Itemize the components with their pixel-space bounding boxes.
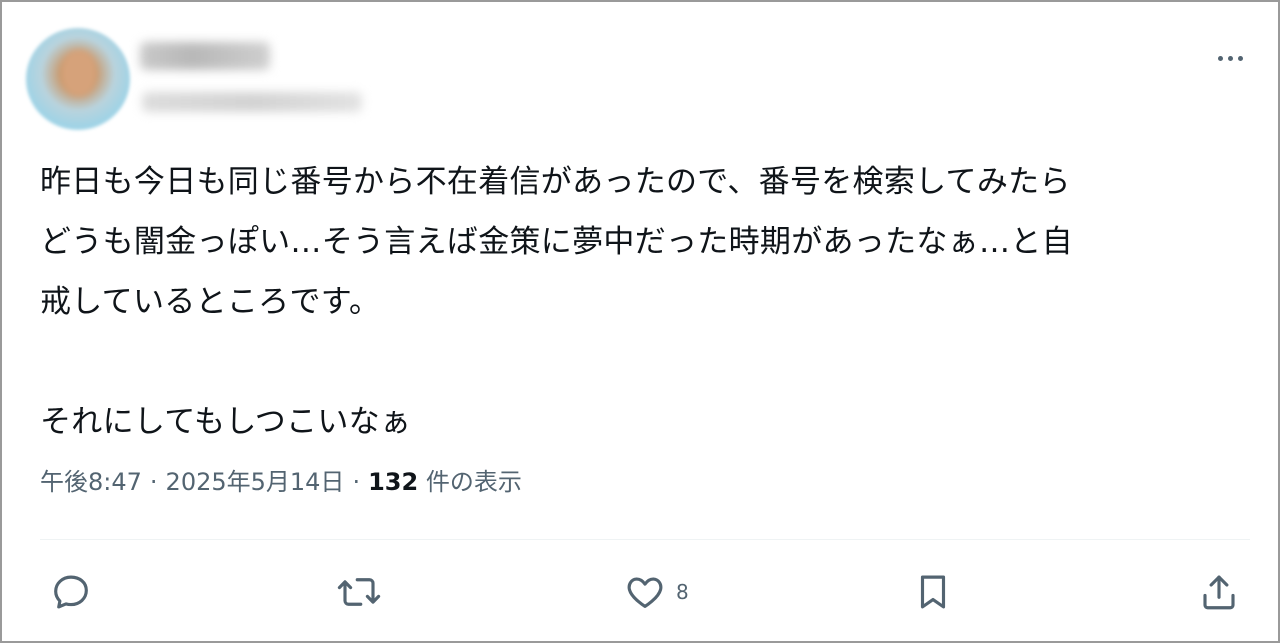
avatar[interactable] bbox=[26, 28, 130, 130]
username-blurred[interactable] bbox=[142, 92, 362, 112]
like-button[interactable]: 8 bbox=[624, 567, 689, 617]
meta-separator: · bbox=[352, 468, 361, 496]
tweet-text-line: それにしてもしつこいなぁ bbox=[40, 404, 412, 440]
meta-separator: · bbox=[149, 468, 158, 496]
tweet-text-line: どうも闇金っぽい…そう言えば金策に夢中だった時期があったなぁ…と自 bbox=[40, 224, 1073, 260]
tweet-time[interactable]: 午後8:47 bbox=[40, 468, 142, 496]
paragraph-break bbox=[40, 332, 1250, 392]
tweet-text-line: 戒しているところです。 bbox=[40, 284, 381, 320]
heart-icon bbox=[627, 577, 663, 608]
reply-button[interactable] bbox=[50, 567, 92, 617]
tweet-text-line: 昨日も今日も同じ番号から不在着信があったので、番号を検索してみたら bbox=[40, 164, 1071, 200]
share-icon bbox=[1203, 575, 1235, 610]
avatar-face bbox=[62, 50, 96, 96]
bookmark-button[interactable] bbox=[912, 567, 954, 617]
tweet-text: 昨日も今日も同じ番号から不在着信があったので、番号を検索してみたら どうも闇金っ… bbox=[40, 152, 1250, 452]
bookmark-icon bbox=[920, 575, 946, 609]
retweet-icon bbox=[337, 578, 381, 606]
reply-icon bbox=[54, 575, 88, 609]
like-count: 8 bbox=[676, 580, 689, 604]
display-name-blurred[interactable] bbox=[140, 42, 270, 70]
more-options-button[interactable] bbox=[1210, 46, 1250, 70]
action-bar: 8 bbox=[2, 567, 1280, 617]
tweet-date[interactable]: 2025年5月14日 bbox=[166, 468, 345, 496]
views-label[interactable]: 件の表示 bbox=[426, 468, 522, 496]
tweet-meta: 午後8:47 · 2025年5月14日 · 132 件の表示 bbox=[40, 462, 522, 497]
more-dot-icon bbox=[1217, 55, 1223, 61]
tweet-card: 昨日も今日も同じ番号から不在着信があったので、番号を検索してみたら どうも闇金っ… bbox=[0, 0, 1280, 643]
retweet-button[interactable] bbox=[336, 567, 382, 617]
views-count[interactable]: 132 bbox=[368, 468, 418, 496]
share-button[interactable] bbox=[1198, 567, 1240, 617]
more-dot-icon bbox=[1227, 55, 1233, 61]
more-dot-icon bbox=[1237, 55, 1243, 61]
divider bbox=[40, 539, 1250, 540]
